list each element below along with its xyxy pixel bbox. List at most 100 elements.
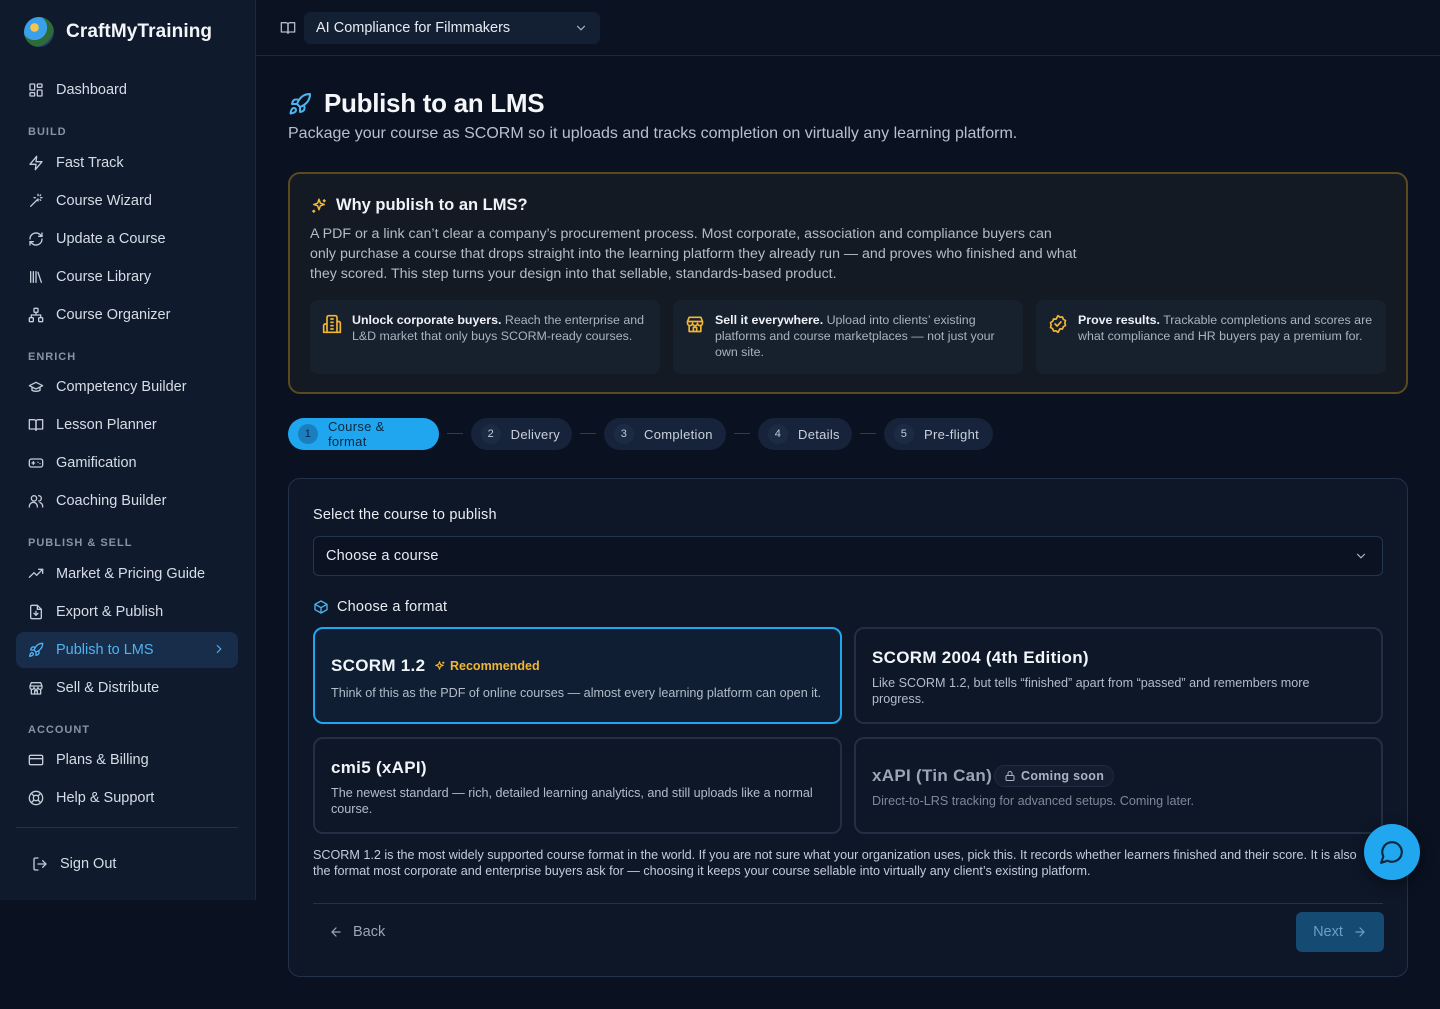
arrow-left-icon <box>331 927 341 937</box>
sidebar-item-plans-billing[interactable]: Plans & Billing <box>16 742 238 778</box>
section-enrich: ENRICH <box>28 351 77 363</box>
format-option-scorm2004[interactable]: SCORM 2004 (4th Edition) Like SCORM 1.2,… <box>854 627 1383 724</box>
format-option-cmi5[interactable]: cmi5 (xAPI) The newest standard — rich, … <box>313 737 842 834</box>
format-explanation-line: SCORM 1.2 is the most widely supported c… <box>313 848 1357 862</box>
sidebar-item-market-pricing[interactable]: Market & Pricing Guide <box>16 556 238 592</box>
chevron-down-icon <box>576 25 586 31</box>
sidebar-item-course-library[interactable]: Course Library <box>16 259 238 295</box>
sidebar-item-sell-distribute[interactable]: Sell & Distribute <box>16 670 238 706</box>
benefit-sell-everywhere: Sell it everywhere. Upload into clients’… <box>673 300 1023 374</box>
sidebar-item-competency-builder[interactable]: Competency Builder <box>16 369 238 405</box>
sparkles-icon <box>312 198 326 213</box>
sidebar-item-coaching-builder[interactable]: Coaching Builder <box>16 483 238 519</box>
workflow-icon <box>28 307 44 323</box>
sidebar-item-label: Update a Course <box>56 231 166 247</box>
layout-grid-icon <box>29 83 43 97</box>
step-details[interactable]: 4 Details <box>758 418 852 450</box>
course-switcher-value: AI Compliance for Filmmakers <box>316 20 511 36</box>
step-number: 4 <box>768 424 788 444</box>
sidebar-item-fast-track[interactable]: Fast Track <box>16 145 238 181</box>
select-course-label: Select the course to publish <box>313 507 497 523</box>
back-button[interactable]: Back <box>329 924 385 940</box>
section-build: BUILD <box>28 126 67 138</box>
sidebar-item-update-course[interactable]: Update a Course <box>16 221 238 257</box>
benefit-prove-results: Prove results. Trackable completions and… <box>1036 300 1386 374</box>
gamepad-icon <box>28 458 44 468</box>
sidebar-item-gamification[interactable]: Gamification <box>16 445 238 481</box>
course-switcher-select[interactable]: AI Compliance for Filmmakers <box>304 12 600 44</box>
benefit-heading: Sell it everywhere. <box>715 313 824 327</box>
sidebar-item-label: Plans & Billing <box>56 752 149 768</box>
brand-logo-icon <box>24 17 54 47</box>
format-label: Choose a format <box>313 599 447 615</box>
publish-form-card: Select the course to publish Choose a co… <box>288 478 1408 977</box>
sidebar-item-lesson-planner[interactable]: Lesson Planner <box>16 407 238 443</box>
benefit-corporate: Unlock corporate buyers. Reach the enter… <box>310 300 660 374</box>
step-connector <box>860 433 876 434</box>
sidebar-divider <box>16 827 238 828</box>
form-divider <box>313 903 1383 904</box>
sidebar-item-label: Market & Pricing Guide <box>56 566 206 582</box>
magic-wand-icon <box>30 193 43 207</box>
sidebar-item-label: Course Library <box>56 269 152 285</box>
zap-icon <box>29 155 43 171</box>
step-number: 5 <box>894 424 914 444</box>
why-title: Why publish to an LMS? <box>310 196 528 215</box>
course-select-placeholder: Choose a course <box>326 548 439 564</box>
sidebar: CraftMyTraining Dashboard BUILD Fast Tra… <box>0 0 256 900</box>
sidebar-item-label: Publish to LMS <box>56 642 154 658</box>
graduation-cap-icon <box>28 381 44 392</box>
store-icon <box>686 316 704 333</box>
page-title-text: Publish to an LMS <box>324 88 545 118</box>
step-course-format[interactable]: 1 Course & format <box>288 418 439 450</box>
sidebar-item-label: Export & Publish <box>56 604 164 620</box>
sidebar-item-publish-lms[interactable]: Publish to LMS <box>16 632 238 668</box>
chat-support-button[interactable] <box>1364 824 1420 880</box>
format-option-desc: Like SCORM 1.2, but tells “finished” apa… <box>872 676 1310 706</box>
step-preflight[interactable]: 5 Pre-flight <box>884 418 993 450</box>
arrow-right-icon <box>1355 927 1365 937</box>
lifebuoy-icon <box>28 790 44 806</box>
sidebar-item-label: Gamification <box>56 455 137 471</box>
next-button[interactable]: Next <box>1296 912 1384 952</box>
sidebar-item-course-organizer[interactable]: Course Organizer <box>16 297 238 333</box>
brand-name: CraftMyTraining <box>66 21 213 42</box>
step-delivery[interactable]: 2 Delivery <box>471 418 572 450</box>
section-publish-sell: PUBLISH & SELL <box>28 537 133 549</box>
sidebar-item-label: Fast Track <box>56 155 124 171</box>
sidebar-item-course-wizard[interactable]: Course Wizard <box>16 183 238 219</box>
building-icon <box>322 314 342 334</box>
course-select[interactable]: Choose a course <box>313 536 1383 576</box>
rocket-icon <box>29 642 44 657</box>
format-option-title: SCORM 1.2 <box>331 656 426 675</box>
format-option-desc: Direct-to-LRS tracking for advanced setu… <box>872 794 1194 808</box>
trending-up-icon <box>28 568 44 578</box>
step-label: Details <box>798 426 840 442</box>
format-option-title: cmi5 (xAPI) <box>331 758 427 777</box>
chevron-right-icon <box>216 644 222 654</box>
format-option-scorm12[interactable]: SCORM 1.2 Recommended Think of this as t… <box>313 627 842 724</box>
step-completion[interactable]: 3 Completion <box>604 418 726 450</box>
refresh-icon <box>29 232 43 246</box>
step-connector <box>734 433 750 434</box>
book-open-icon[interactable] <box>280 20 296 36</box>
sidebar-item-label: Competency Builder <box>56 379 187 395</box>
section-account: ACCOUNT <box>28 724 90 736</box>
sidebar-item-export-publish[interactable]: Export & Publish <box>16 594 238 630</box>
brand[interactable]: CraftMyTraining <box>24 16 212 48</box>
sidebar-item-label: Course Organizer <box>56 307 171 323</box>
sign-out-button[interactable]: Sign Out <box>20 846 242 882</box>
chevron-down-icon <box>1356 553 1366 559</box>
step-number: 2 <box>481 424 501 444</box>
sidebar-item-label: Sell & Distribute <box>56 680 160 696</box>
format-option-title: xAPI (Tin Can) <box>872 766 993 785</box>
sidebar-item-dashboard[interactable]: Dashboard <box>16 72 238 108</box>
sidebar-item-label: Help & Support <box>56 790 155 806</box>
format-option-desc: Think of this as the PDF of online cours… <box>331 686 821 700</box>
sidebar-item-help-support[interactable]: Help & Support <box>16 780 238 816</box>
format-label-text: Choose a format <box>337 599 448 615</box>
next-button-label: Next <box>1313 924 1343 940</box>
page-subtitle: Package your course as SCORM so it uploa… <box>288 125 1018 142</box>
lock-icon <box>1005 771 1015 781</box>
users-icon <box>28 495 44 508</box>
